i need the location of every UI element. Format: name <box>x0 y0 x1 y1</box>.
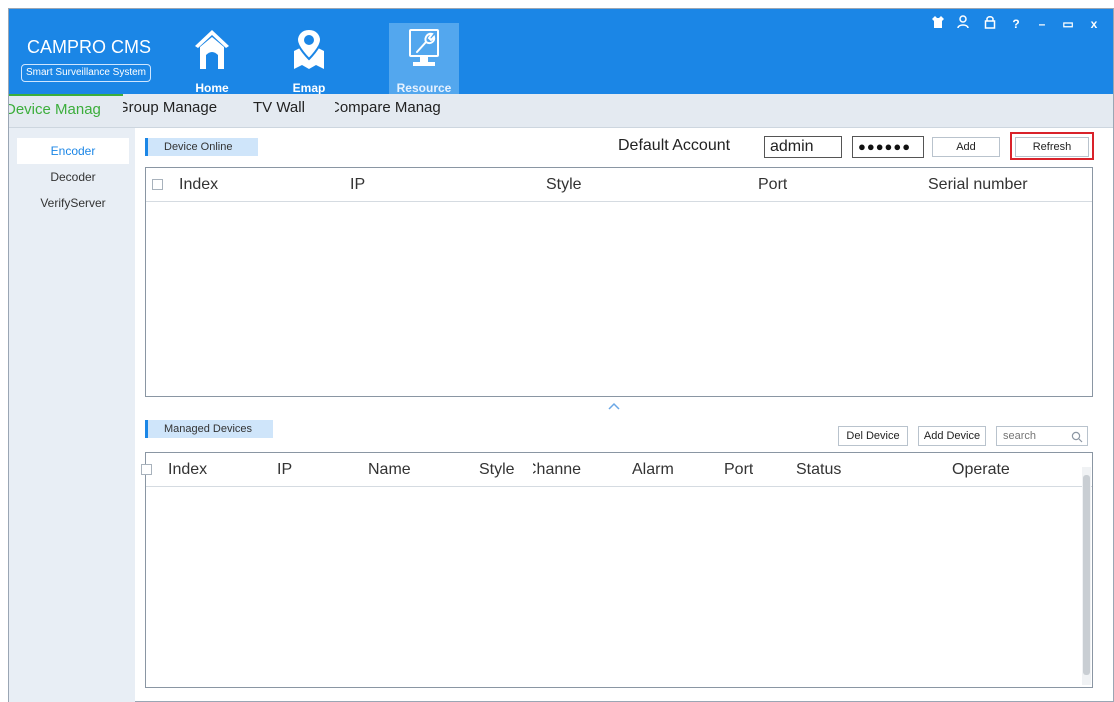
sidebar-item-verifyserver[interactable]: VerifyServer <box>17 190 129 216</box>
device-online-label: Device Online <box>145 138 258 156</box>
nav-home-button[interactable]: Home <box>177 23 247 95</box>
collapse-arrow-icon[interactable] <box>608 400 622 412</box>
table-header: Index IP Style Port Serial number <box>146 168 1092 202</box>
nav-resource-button[interactable]: Resource <box>389 23 459 95</box>
sidebar-item-decoder[interactable]: Decoder <box>17 164 129 190</box>
nav-emap-label: Emap <box>292 81 326 95</box>
minimize-button[interactable]: – <box>1033 15 1051 33</box>
column-header-port: Port <box>724 461 754 478</box>
close-button[interactable]: x <box>1085 15 1103 33</box>
column-header-style: Style <box>479 461 515 478</box>
nav-home-label: Home <box>195 81 229 95</box>
tab-tv-wall[interactable]: TV Wall <box>253 94 333 127</box>
refresh-button[interactable]: Refresh <box>1015 137 1089 157</box>
column-header-style: Style <box>546 176 582 193</box>
table-header: Index IP Name Style Channe Alarm Port St… <box>141 453 1092 487</box>
wrench-icon <box>389 27 459 71</box>
del-device-button[interactable]: Del Device <box>838 426 908 446</box>
column-header-index: Index <box>179 176 219 193</box>
column-header-channel: Channe <box>533 461 582 478</box>
help-icon[interactable]: ? <box>1007 15 1025 33</box>
add-button[interactable]: Add <box>932 137 1000 157</box>
map-pin-icon <box>274 27 344 71</box>
tab-strip: Device Manag Group Manage TV Wall Compar… <box>9 94 1113 128</box>
column-header-status: Status <box>796 461 842 478</box>
search-input[interactable] <box>997 427 1067 445</box>
lock-icon[interactable] <box>981 15 999 33</box>
managed-devices-label: Managed Devices <box>145 420 273 438</box>
tab-compare-manage[interactable]: Compare Manag <box>335 94 447 127</box>
sidebar: Encoder Decoder VerifyServer <box>9 128 135 702</box>
tab-group-manage[interactable]: Group Manage <box>123 94 235 127</box>
select-all-checkbox[interactable] <box>141 464 152 475</box>
default-account-label: Default Account <box>618 137 731 154</box>
column-header-ip: IP <box>350 176 366 193</box>
nav-emap-button[interactable]: Emap <box>274 23 344 95</box>
column-header-name: Name <box>368 461 411 478</box>
column-header-index: Index <box>168 461 208 478</box>
column-header-serial-number: Serial number <box>928 176 1028 193</box>
select-all-checkbox[interactable] <box>152 179 163 190</box>
add-device-button[interactable]: Add Device <box>918 426 986 446</box>
app-title: CAMPRO CMS <box>27 37 152 57</box>
search-icon[interactable] <box>1071 430 1083 448</box>
scrollbar-thumb[interactable] <box>1083 475 1090 675</box>
device-online-table: Index IP Style Port Serial number <box>145 167 1093 397</box>
app-subtitle: Smart Surveillance System <box>21 64 151 82</box>
tab-device-manage[interactable]: Device Manag <box>9 94 123 127</box>
column-header-alarm: Alarm <box>632 461 674 478</box>
vertical-scrollbar[interactable] <box>1082 467 1091 685</box>
managed-devices-table: Index IP Name Style Channe Alarm Port St… <box>141 452 1093 688</box>
column-header-ip: IP <box>277 461 293 478</box>
column-header-port: Port <box>758 176 788 193</box>
header-bar: CAMPRO CMS Smart Surveillance System Hom… <box>9 9 1113 95</box>
search-box <box>996 426 1088 446</box>
home-icon <box>177 27 247 71</box>
window-controls: ? – ▭ x <box>929 15 1103 33</box>
skin-icon[interactable] <box>929 15 947 33</box>
maximize-button[interactable]: ▭ <box>1059 15 1077 33</box>
column-header-operate: Operate <box>952 461 1010 478</box>
account-username-field[interactable]: admin <box>764 136 842 158</box>
sidebar-item-encoder[interactable]: Encoder <box>17 138 129 164</box>
account-password-field[interactable]: ●●●●●● <box>852 136 924 158</box>
nav-resource-label: Resource <box>396 81 452 95</box>
user-icon[interactable] <box>955 15 973 33</box>
